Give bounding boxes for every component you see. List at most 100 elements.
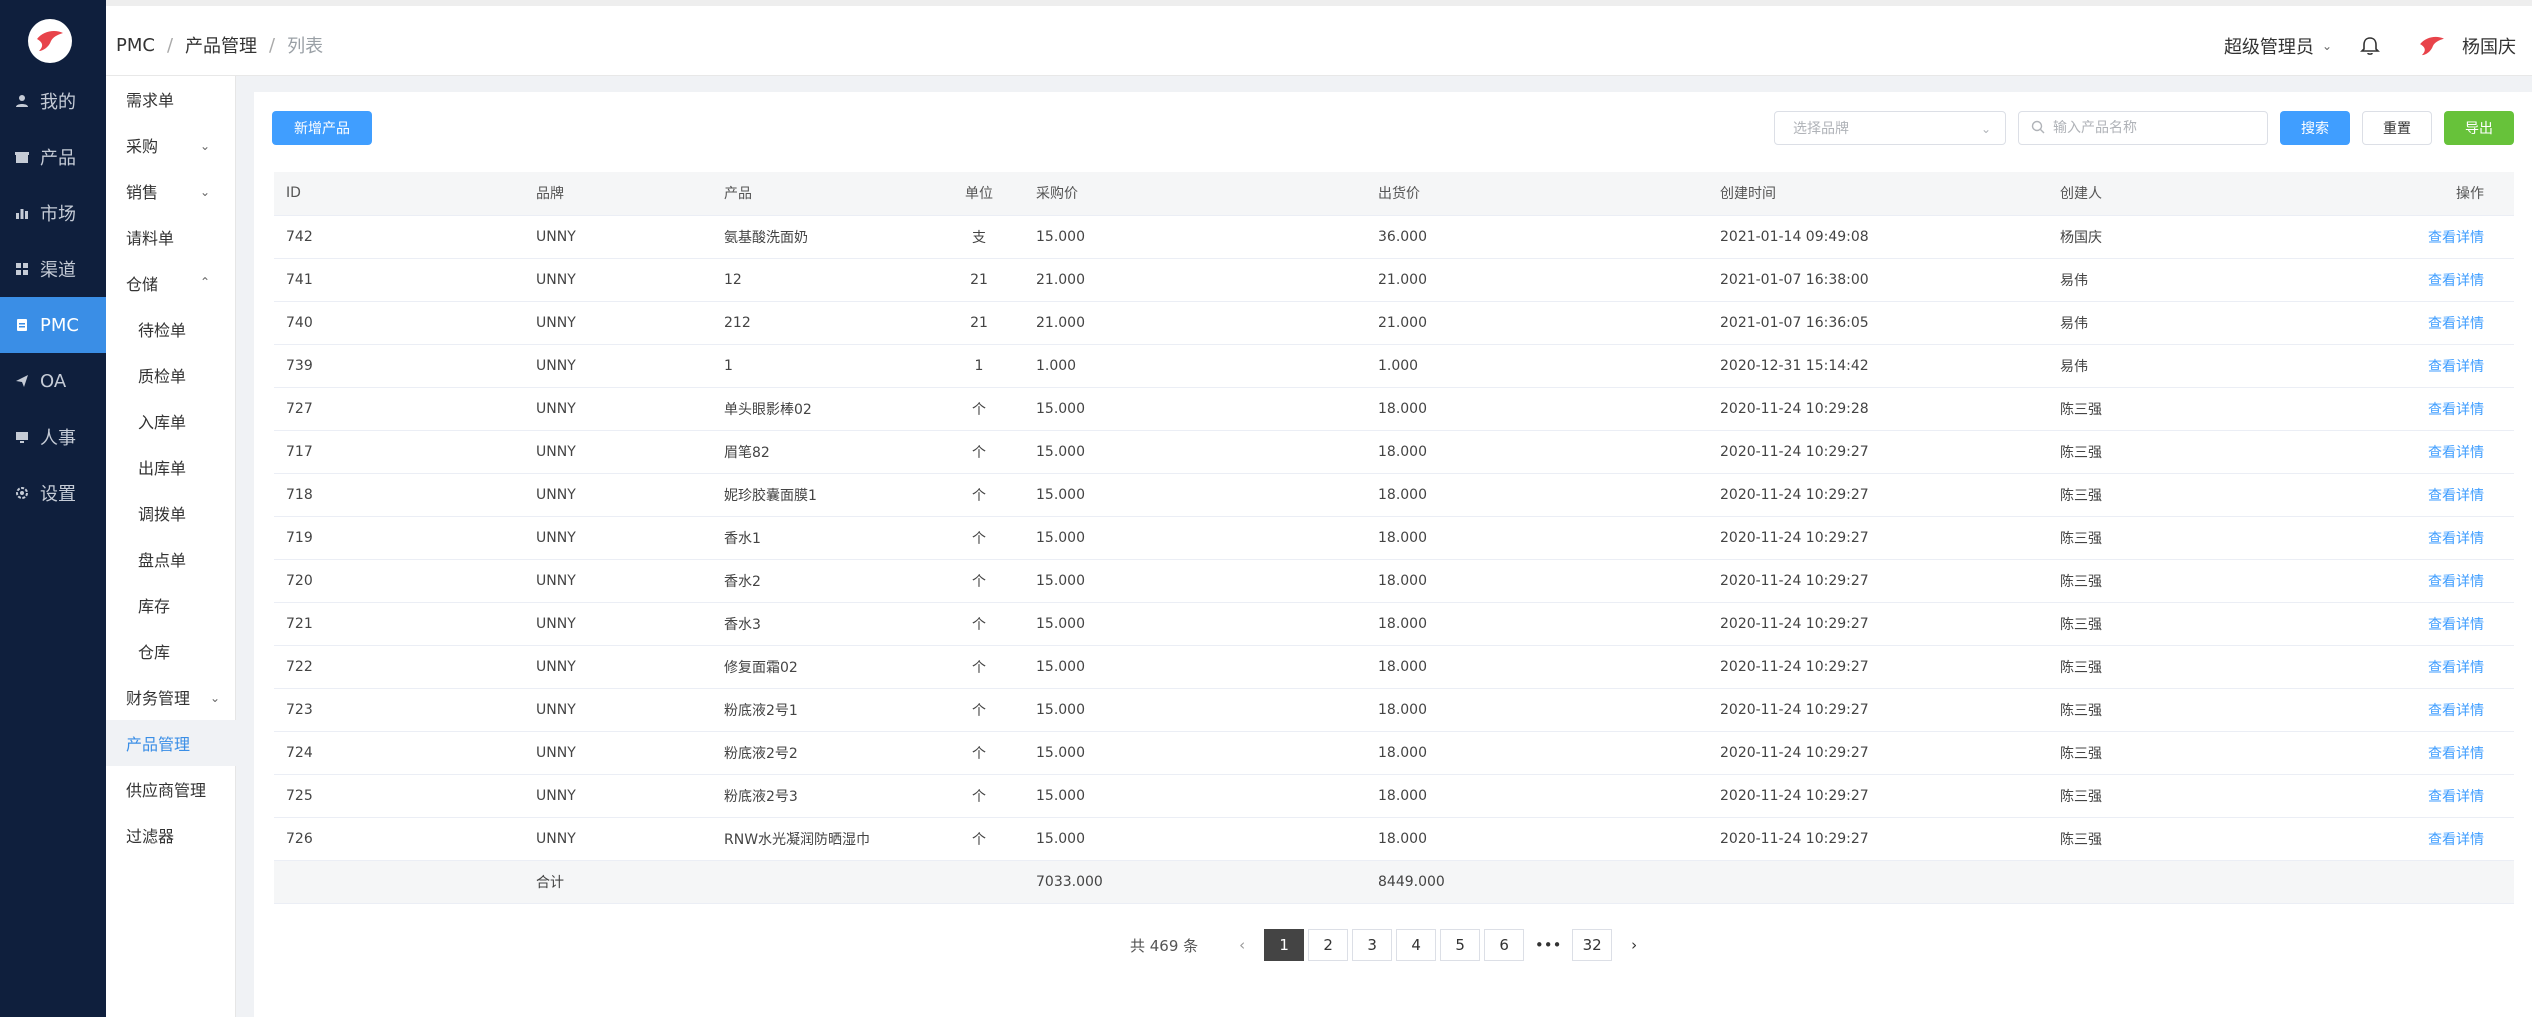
cell-purchase-price: 15.000: [1024, 215, 1366, 259]
reset-button[interactable]: 重置: [2362, 111, 2432, 145]
cell-brand: UNNY: [524, 473, 712, 517]
cell-id: 740: [274, 301, 524, 345]
submenu-item-inbound[interactable]: 入库单: [106, 398, 236, 444]
sidebar-item-hr[interactable]: 人事: [0, 409, 106, 465]
submenu-item-warehouse[interactable]: 仓库: [106, 628, 236, 674]
sidebar-item-oa[interactable]: OA: [0, 353, 106, 409]
cell-product: 单头眼影棒02: [712, 387, 934, 431]
summary-row: 合计 7033.000 8449.000: [274, 860, 2514, 904]
cell-purchase-price: 1.000: [1024, 344, 1366, 388]
page-button[interactable]: 3: [1352, 929, 1393, 961]
prev-page-icon[interactable]: ‹: [1224, 929, 1261, 961]
sidebar-item-settings[interactable]: 设置: [0, 465, 106, 521]
search-button[interactable]: 搜索: [2280, 111, 2350, 145]
view-details-link[interactable]: 查看详情: [2428, 789, 2484, 805]
bird-logo-icon: [2420, 36, 2444, 56]
view-details-link[interactable]: 查看详情: [2428, 617, 2484, 633]
avatar[interactable]: [2414, 28, 2450, 64]
app-logo[interactable]: [28, 19, 72, 63]
view-details-link[interactable]: 查看详情: [2428, 746, 2484, 762]
submenu-item-label: 库存: [138, 597, 171, 616]
submenu-item-finance[interactable]: 财务管理 ⌄: [106, 674, 236, 720]
role-label: 超级管理员: [2223, 37, 2314, 58]
submenu-item-transfer[interactable]: 调拨单: [106, 490, 236, 536]
cell-creator: 陈三强: [2048, 387, 2308, 431]
view-details-link[interactable]: 查看详情: [2428, 359, 2484, 375]
brand-select[interactable]: 选择品牌 ⌄: [1774, 111, 2006, 145]
view-details-link[interactable]: 查看详情: [2428, 703, 2484, 719]
view-details-link[interactable]: 查看详情: [2428, 230, 2484, 246]
page-button[interactable]: 2: [1308, 929, 1349, 961]
submenu-item-inventory[interactable]: 库存: [106, 582, 236, 628]
submenu-item-requirement[interactable]: 需求单: [106, 76, 236, 122]
cell-unit: 个: [934, 473, 1024, 517]
submenu-item-sales[interactable]: 销售 ⌄: [106, 168, 236, 214]
cell-purchase-price: 15.000: [1024, 559, 1366, 603]
cell-id: 719: [274, 516, 524, 560]
breadcrumb-item[interactable]: 产品管理: [185, 32, 257, 58]
submenu-item-stocktake[interactable]: 盘点单: [106, 536, 236, 582]
summary-cell: [274, 860, 524, 904]
more-pages-icon[interactable]: •••: [1528, 929, 1569, 961]
user-name[interactable]: 杨国庆: [2462, 33, 2516, 59]
cell-product: 香水1: [712, 516, 934, 560]
next-page-icon[interactable]: ›: [1616, 929, 1653, 961]
submenu-item-purchase[interactable]: 采购 ⌄: [106, 122, 236, 168]
cell-product: 粉底液2号1: [712, 688, 934, 732]
submenu-item-outbound[interactable]: 出库单: [106, 444, 236, 490]
sidebar-item-channel[interactable]: 渠道: [0, 241, 106, 297]
view-details-link[interactable]: 查看详情: [2428, 660, 2484, 676]
view-details-link[interactable]: 查看详情: [2428, 273, 2484, 289]
submenu-item-material-request[interactable]: 请料单: [106, 214, 236, 260]
view-details-link[interactable]: 查看详情: [2428, 402, 2484, 418]
submenu-item-product-management[interactable]: 产品管理: [106, 720, 236, 766]
submenu-item-label: 需求单: [126, 91, 175, 110]
breadcrumb-current: 列表: [287, 36, 324, 57]
view-details-link[interactable]: 查看详情: [2428, 531, 2484, 547]
submenu-item-filter[interactable]: 过滤器: [106, 812, 236, 858]
submenu-item-label: 出库单: [138, 459, 187, 478]
cell-id: 721: [274, 602, 524, 646]
cell-purchase-price: 15.000: [1024, 516, 1366, 560]
sidebar-item-product[interactable]: 产品: [0, 129, 106, 185]
cell-id: 720: [274, 559, 524, 603]
grid-icon: [14, 261, 30, 277]
cell-purchase-price: 15.000: [1024, 731, 1366, 775]
sidebar-item-market[interactable]: 市场: [0, 185, 106, 241]
cell-created-at: 2020-11-24 10:29:27: [1708, 688, 2048, 732]
view-details-link[interactable]: 查看详情: [2428, 574, 2484, 590]
cell-action: 查看详情: [2308, 258, 2514, 302]
page-button[interactable]: 5: [1440, 929, 1481, 961]
table-row: 718 UNNY 妮珍胶囊面膜1 个 15.000 18.000 2020-11-24 10…: [274, 473, 2514, 517]
page-button[interactable]: 6: [1484, 929, 1525, 961]
table-row: 719 UNNY 香水1 个 15.000 18.000 2020-11-24 10:29:…: [274, 516, 2514, 560]
export-button[interactable]: 导出: [2444, 111, 2514, 145]
view-details-link[interactable]: 查看详情: [2428, 832, 2484, 848]
cell-unit: 个: [934, 645, 1024, 689]
page-button[interactable]: 4: [1396, 929, 1437, 961]
cell-brand: UNNY: [524, 258, 712, 302]
submenu-item-supplier[interactable]: 供应商管理: [106, 766, 236, 812]
submenu-item-warehousing[interactable]: 仓储 ⌃: [106, 260, 236, 306]
sidebar-item-pmc[interactable]: PMC: [0, 297, 106, 353]
cell-action: 查看详情: [2308, 645, 2514, 689]
view-details-link[interactable]: 查看详情: [2428, 316, 2484, 332]
submenu-item-pending-inspection[interactable]: 待检单: [106, 306, 236, 352]
gear-icon: [14, 485, 30, 501]
sidebar-item-mine[interactable]: 我的: [0, 73, 106, 129]
product-name-input[interactable]: [2053, 120, 2253, 136]
view-details-link[interactable]: 查看详情: [2428, 488, 2484, 504]
cell-brand: UNNY: [524, 215, 712, 259]
cell-sale-price: 18.000: [1366, 688, 1708, 732]
cell-id: 724: [274, 731, 524, 775]
view-details-link[interactable]: 查看详情: [2428, 445, 2484, 461]
cell-unit: 支: [934, 215, 1024, 259]
page-button[interactable]: 1: [1264, 929, 1305, 961]
submenu-item-quality-inspection[interactable]: 质检单: [106, 352, 236, 398]
summary-label: 合计: [524, 860, 712, 904]
page-button[interactable]: 32: [1572, 929, 1613, 961]
role-dropdown[interactable]: 超级管理员 ⌄: [2224, 33, 2332, 59]
bell-icon[interactable]: [2360, 36, 2380, 56]
add-product-button[interactable]: 新增产品: [272, 111, 372, 145]
breadcrumb-item[interactable]: PMC: [116, 35, 155, 56]
